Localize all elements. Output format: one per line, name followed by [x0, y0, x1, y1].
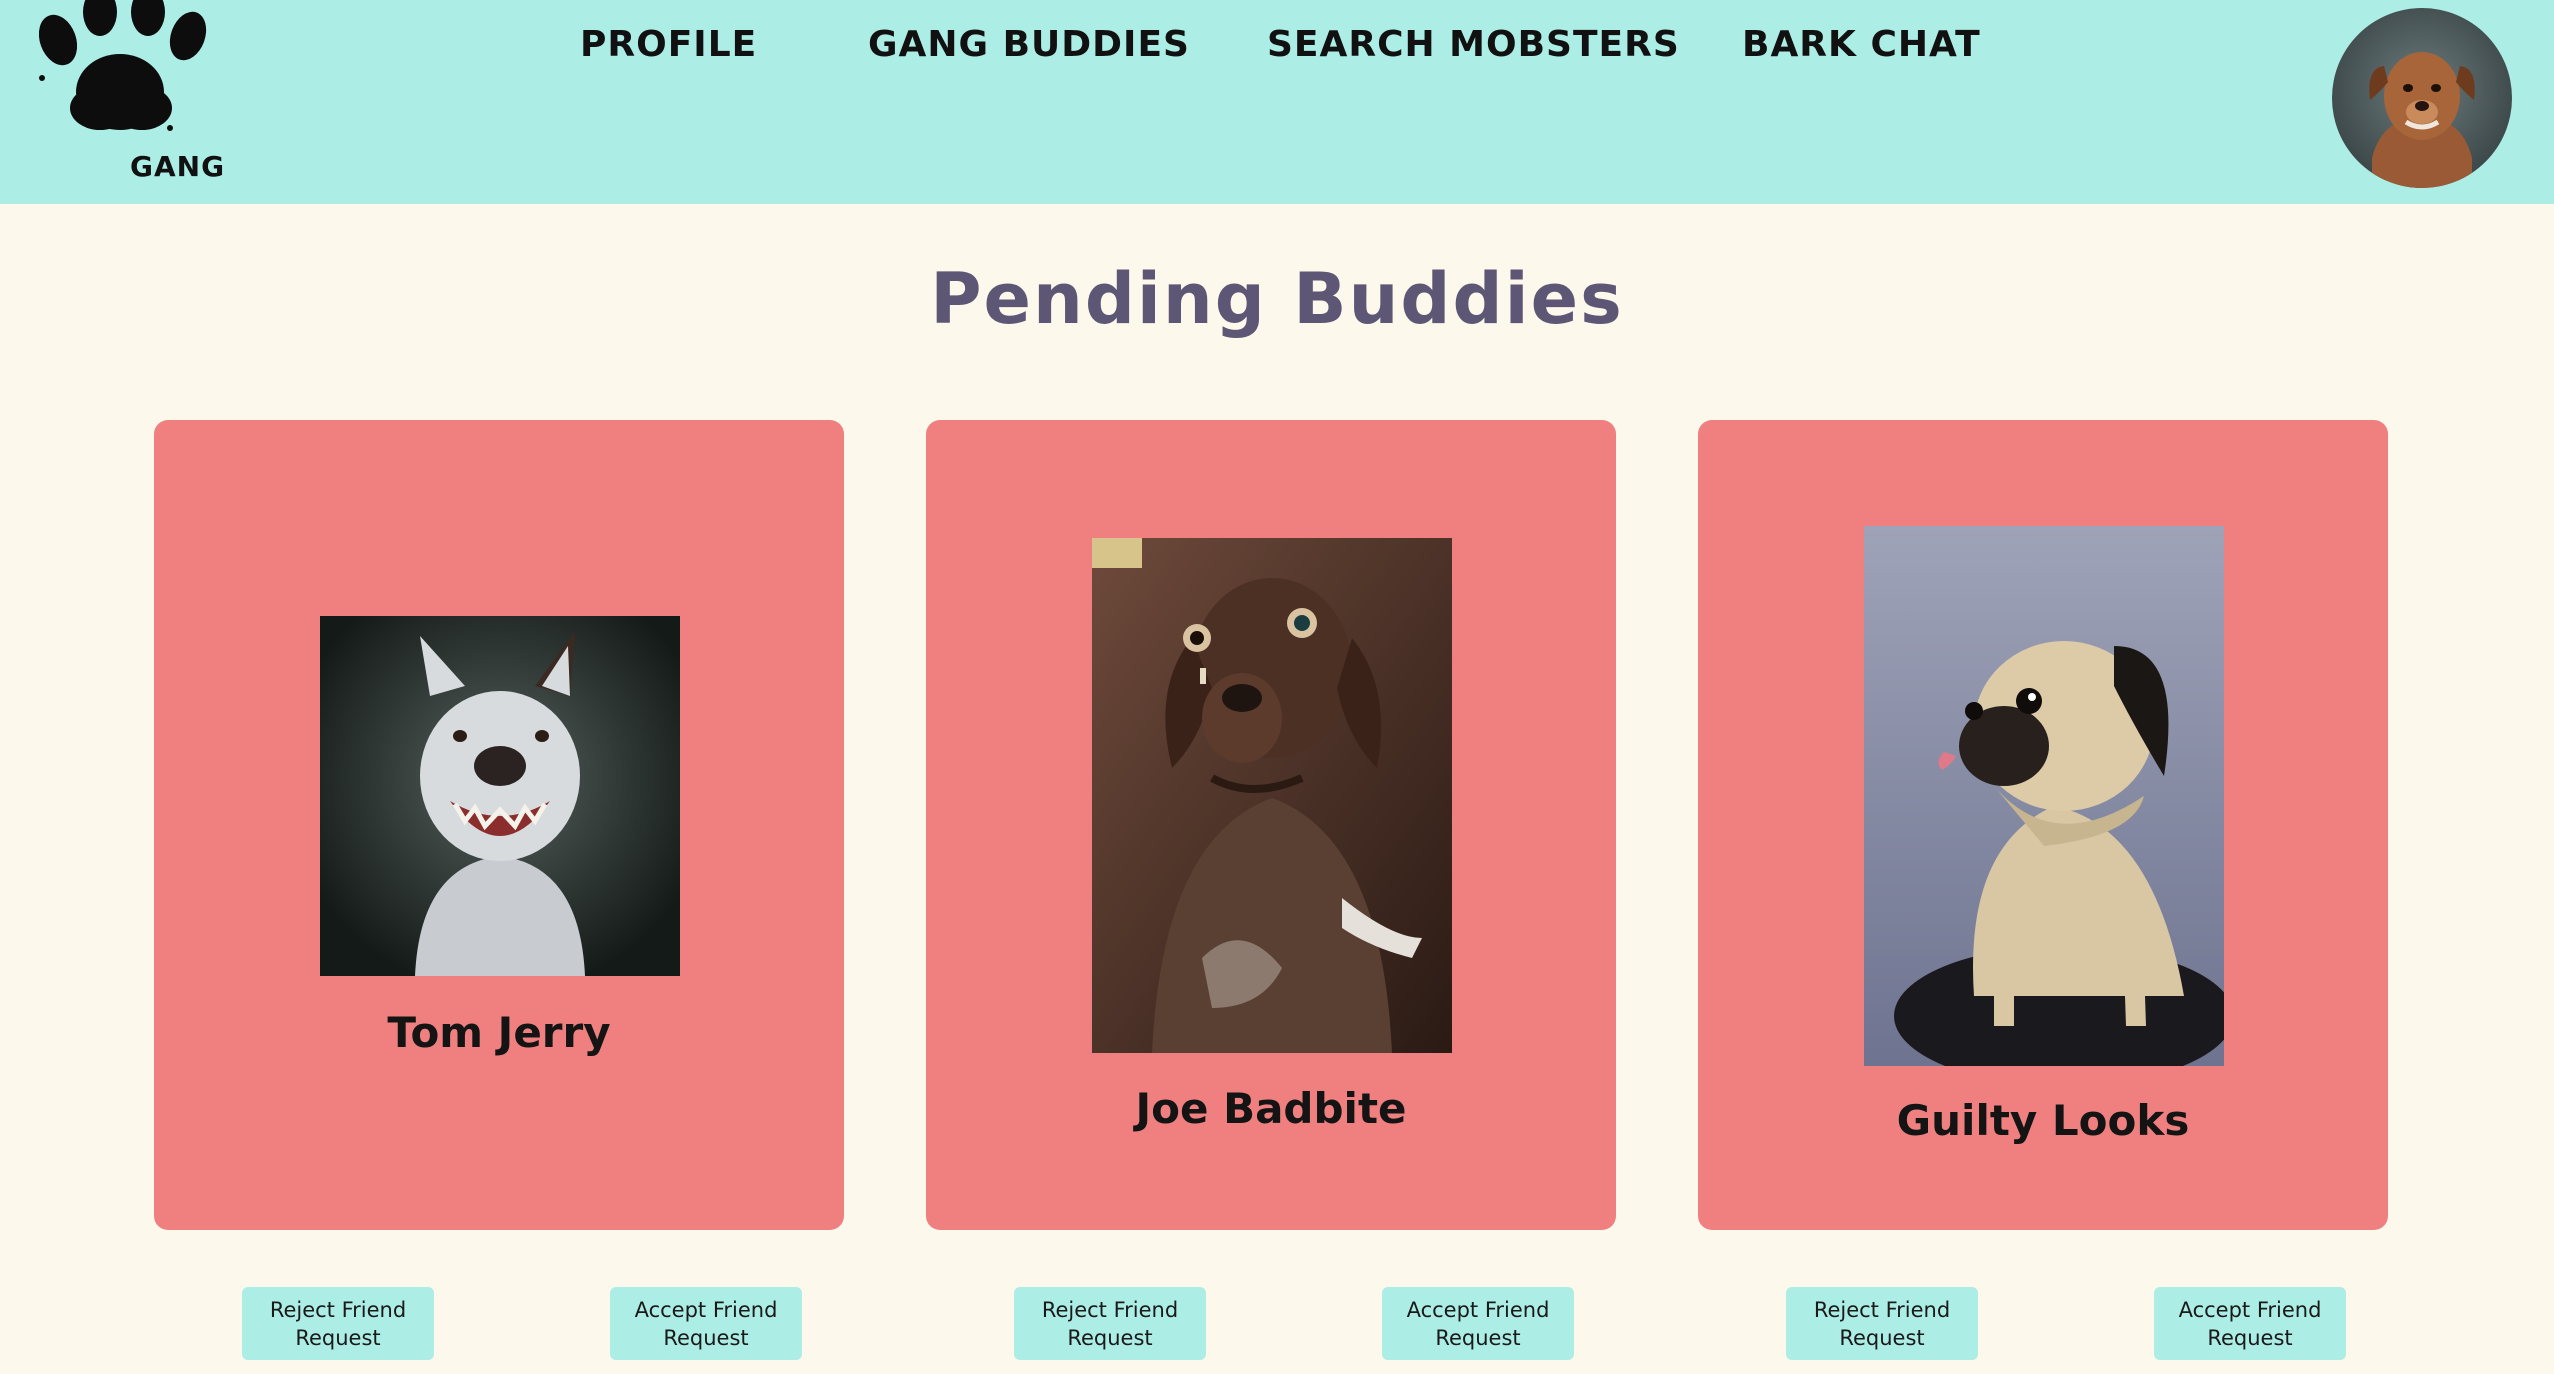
buddy-photo: [1864, 526, 2224, 1066]
paw-print-icon: [38, 0, 207, 131]
user-avatar[interactable]: [2332, 8, 2512, 188]
paw-logo[interactable]: GANG: [30, 0, 224, 190]
top-nav-bar: GANG PROFILE GANG BUDDIES SEARCH MOBSTER…: [0, 0, 2554, 204]
accept-friend-request-button[interactable]: Accept Friend Request: [2154, 1287, 2346, 1360]
nav-bark-chat[interactable]: BARK CHAT: [1742, 24, 1981, 74]
button-label: Request: [1067, 1326, 1153, 1350]
dog-avatar-icon: [2369, 52, 2475, 188]
accept-friend-request-button[interactable]: Accept Friend Request: [610, 1287, 802, 1360]
reject-friend-request-button[interactable]: Reject Friend Request: [1786, 1287, 1978, 1360]
button-label: Accept Friend: [2178, 1298, 2322, 1322]
dog-photo-icon: [1092, 538, 1452, 1053]
accept-friend-request-button[interactable]: Accept Friend Request: [1382, 1287, 1574, 1360]
nav-search-mobsters[interactable]: SEARCH MOBSTERS: [1267, 24, 1680, 74]
logo-text: GANG: [130, 150, 226, 183]
buddy-card: Joe Badbite: [926, 420, 1616, 1230]
dog-photo-icon: [1864, 526, 2224, 1066]
button-label: Reject Friend: [1813, 1298, 1951, 1322]
reject-friend-request-button[interactable]: Reject Friend Request: [242, 1287, 434, 1360]
button-label: Reject Friend: [1041, 1298, 1179, 1322]
buddy-name: Guilty Looks: [1896, 1096, 2190, 1145]
button-label: Request: [295, 1326, 381, 1350]
button-label: Accept Friend: [1406, 1298, 1550, 1322]
dog-photo-icon: [320, 616, 680, 976]
button-label: Accept Friend: [634, 1298, 778, 1322]
reject-friend-request-button[interactable]: Reject Friend Request: [1014, 1287, 1206, 1360]
button-label: Reject Friend: [269, 1298, 407, 1322]
buddy-photo: [1092, 538, 1452, 1053]
buddy-card: Guilty Looks: [1698, 420, 2388, 1230]
buddy-photo: [320, 616, 680, 976]
buddy-name: Tom Jerry: [387, 1008, 611, 1057]
buddy-name: Joe Badbite: [1135, 1084, 1407, 1133]
button-label: Request: [2207, 1326, 2293, 1350]
button-label: Request: [1839, 1326, 1925, 1350]
button-label: Request: [663, 1326, 749, 1350]
page-title: Pending Buddies: [930, 258, 1624, 340]
button-label: Request: [1435, 1326, 1521, 1350]
nav-gang-buddies[interactable]: GANG BUDDIES: [868, 24, 1190, 74]
nav-profile[interactable]: PROFILE: [580, 24, 757, 74]
buddy-card: Tom Jerry: [154, 420, 844, 1230]
